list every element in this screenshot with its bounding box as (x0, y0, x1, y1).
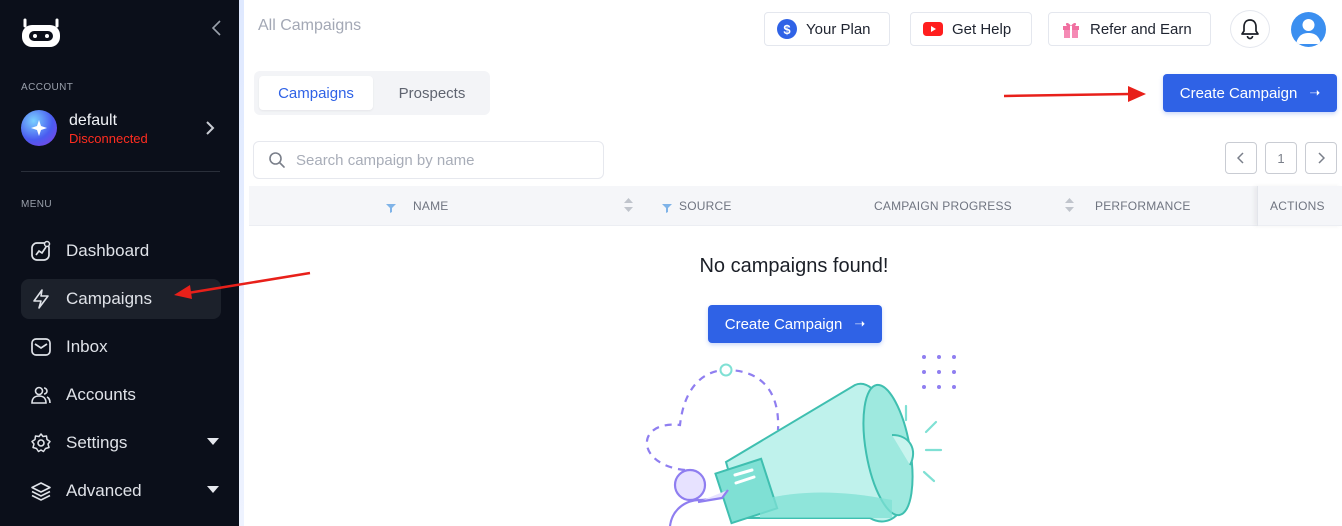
account-name: default (69, 112, 118, 129)
your-plan-button[interactable]: $ Your Plan (764, 12, 890, 46)
column-source[interactable]: SOURCE (679, 199, 732, 213)
inbox-icon (30, 336, 52, 358)
sidebar-item-label: Campaigns (66, 289, 152, 308)
users-icon (30, 384, 52, 406)
column-actions: ACTIONS (1270, 199, 1325, 213)
filter-icon[interactable] (662, 200, 672, 218)
table-header: NAME SOURCE CAMPAIGN PROGRESS PERFORMANC… (249, 186, 1342, 226)
sidebar-item-inbox[interactable]: Inbox (21, 327, 221, 367)
sidebar-item-accounts[interactable]: Accounts (21, 375, 221, 415)
tab-campaigns[interactable]: Campaigns (259, 76, 373, 110)
create-campaign-button[interactable]: Create Campaign ➝ (1163, 74, 1337, 112)
search-input[interactable] (296, 151, 596, 169)
sidebar: ACCOUNT default Disconnected MENU Dashbo… (0, 0, 239, 526)
gift-icon (1061, 19, 1081, 39)
column-name[interactable]: NAME (413, 199, 448, 213)
search-icon (268, 151, 286, 169)
get-help-label: Get Help (952, 20, 1012, 38)
lightning-icon (30, 288, 52, 310)
sidebar-divider (21, 171, 220, 172)
your-plan-label: Your Plan (806, 20, 871, 38)
chevron-left-icon (1237, 152, 1244, 164)
sidebar-edge (239, 0, 244, 526)
robot-logo-icon[interactable] (20, 16, 62, 50)
page-number-button[interactable]: 1 (1265, 142, 1297, 174)
sidebar-item-advanced[interactable]: Advanced (21, 471, 221, 511)
dashboard-icon (30, 240, 52, 262)
sidebar-item-label: Accounts (66, 385, 136, 404)
create-campaign-label: Create Campaign (724, 315, 843, 333)
annotation-arrow-icon (174, 271, 311, 299)
filter-icon[interactable] (386, 200, 396, 218)
caret-down-icon (207, 486, 219, 493)
sidebar-item-label: Inbox (66, 337, 108, 356)
refer-and-earn-label: Refer and Earn (1090, 20, 1192, 38)
youtube-icon (923, 22, 943, 36)
account-avatar (21, 110, 57, 146)
megaphone-illustration (645, 355, 956, 526)
arrow-right-icon: ➝ (1309, 85, 1321, 100)
empty-state-create-campaign-button[interactable]: Create Campaign ➝ (708, 305, 882, 343)
arrow-right-icon: ➝ (854, 316, 866, 331)
create-campaign-label: Create Campaign (1179, 84, 1298, 102)
chevron-right-icon (205, 120, 215, 141)
menu-section-label: MENU (21, 199, 53, 210)
sidebar-item-label: Dashboard (66, 241, 150, 260)
page-title: All Campaigns (258, 17, 362, 34)
collapse-sidebar-icon[interactable] (210, 18, 230, 40)
caret-down-icon (207, 438, 219, 445)
user-avatar[interactable] (1291, 12, 1326, 47)
dollar-icon: $ (777, 19, 797, 39)
actions-column: ACTIONS (1257, 186, 1342, 226)
empty-state-title: No campaigns found! (699, 255, 889, 277)
annotation-arrow-icon (1003, 86, 1146, 102)
refer-and-earn-button[interactable]: Refer and Earn (1048, 12, 1211, 46)
next-page-button[interactable] (1305, 142, 1337, 174)
layers-icon (30, 480, 52, 502)
account-switcher[interactable]: default Disconnected (21, 110, 221, 150)
svg-text:$: $ (783, 22, 791, 37)
notifications-bell-icon[interactable] (1230, 10, 1270, 48)
account-section-label: ACCOUNT (21, 82, 74, 93)
account-status: Disconnected (69, 131, 148, 146)
gear-icon (30, 432, 52, 454)
sidebar-item-label: Advanced (66, 481, 142, 500)
column-performance[interactable]: PERFORMANCE (1095, 199, 1191, 213)
sort-icon[interactable] (624, 198, 633, 217)
column-campaign-progress[interactable]: CAMPAIGN PROGRESS (874, 199, 1012, 213)
sort-icon[interactable] (1065, 198, 1074, 217)
prev-page-button[interactable] (1225, 142, 1257, 174)
tab-bar: Campaigns Prospects (254, 71, 490, 115)
get-help-button[interactable]: Get Help (910, 12, 1032, 46)
sidebar-item-settings[interactable]: Settings (21, 423, 221, 463)
app-root: ACCOUNT default Disconnected MENU Dashbo… (0, 0, 1342, 526)
search-box (253, 141, 604, 179)
sidebar-item-label: Settings (66, 433, 128, 452)
chevron-right-icon (1318, 152, 1325, 164)
tab-prospects[interactable]: Prospects (382, 76, 482, 110)
sidebar-item-dashboard[interactable]: Dashboard (21, 231, 221, 271)
